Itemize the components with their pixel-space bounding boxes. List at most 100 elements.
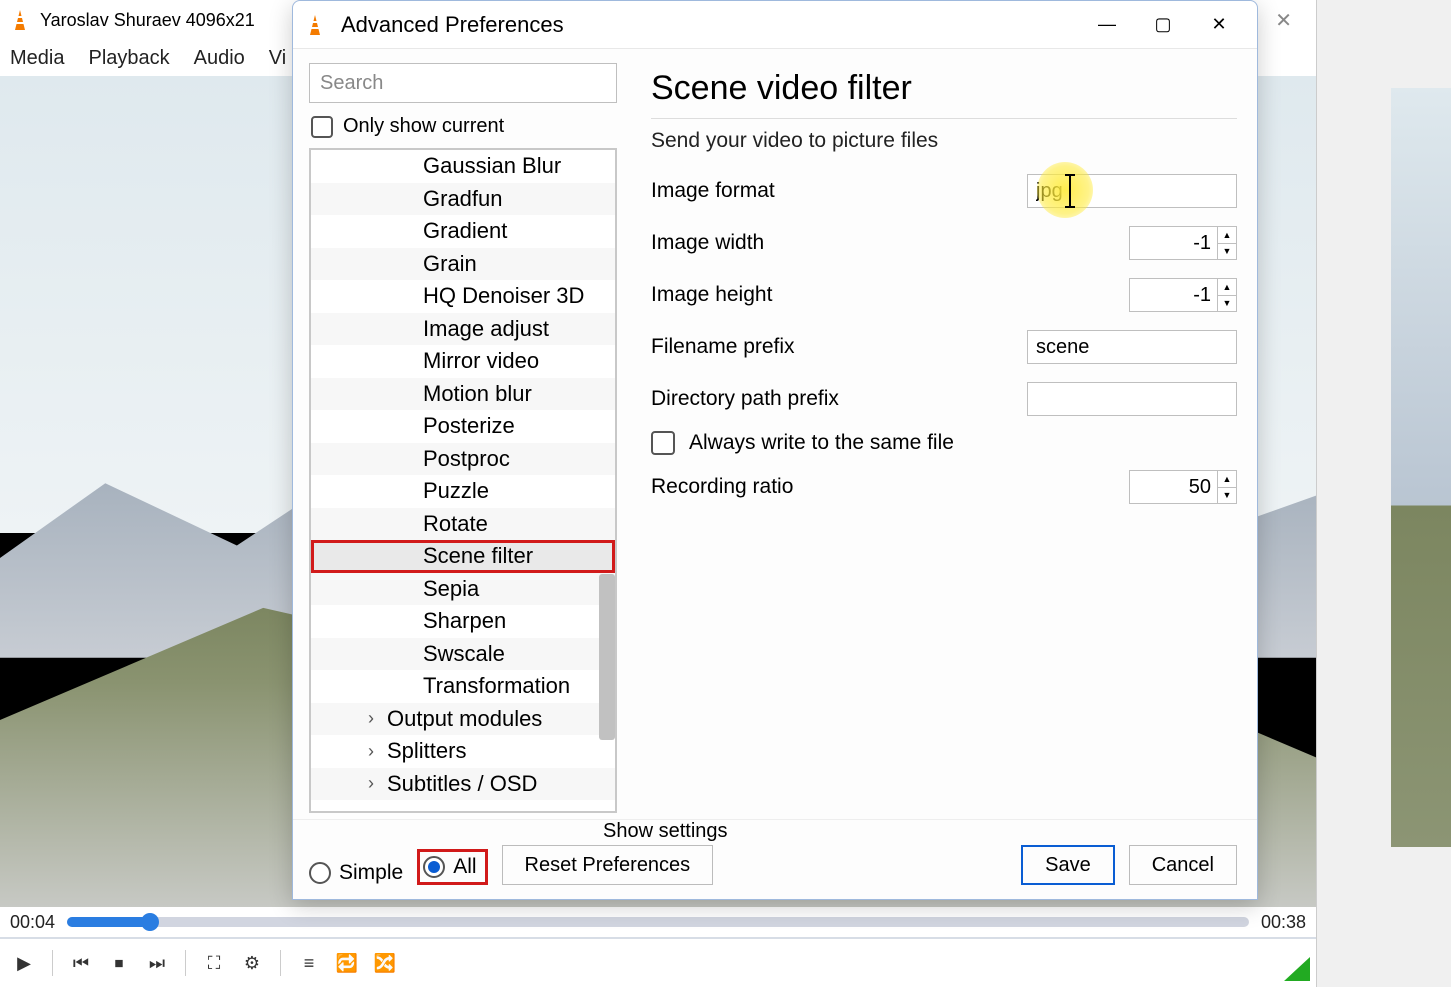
recording-ratio-up-icon[interactable]: ▲ bbox=[1218, 471, 1236, 488]
tree-item-label: Output modules bbox=[387, 706, 542, 732]
tree-item-puzzle[interactable]: Puzzle bbox=[311, 475, 615, 508]
image-format-label: Image format bbox=[651, 179, 981, 203]
tree-item-label: Image adjust bbox=[423, 316, 549, 342]
tree-item-label: Puzzle bbox=[423, 478, 489, 504]
tree-item-label: Grain bbox=[423, 251, 477, 277]
vlc-close-icon[interactable]: ✕ bbox=[1259, 8, 1308, 33]
playback-controls: ▶ ⏮ ⏹ ⏭ ⛶ ⚙ ≡ 🔁 🔀 bbox=[0, 937, 1316, 987]
image-height-label: Image height bbox=[651, 283, 981, 307]
radio-all-label: All bbox=[453, 855, 476, 879]
image-width-up-icon[interactable]: ▲ bbox=[1218, 227, 1236, 244]
vlc-cone-icon bbox=[303, 13, 327, 37]
tree-item-label: Gaussian Blur bbox=[423, 153, 561, 179]
image-format-input[interactable] bbox=[1027, 174, 1237, 208]
recording-ratio-down-icon[interactable]: ▼ bbox=[1218, 488, 1236, 504]
tree-item-label: Motion blur bbox=[423, 381, 532, 407]
advanced-preferences-dialog: Advanced Preferences — ▢ ✕ Search Only s… bbox=[292, 0, 1258, 900]
image-width-input[interactable] bbox=[1129, 226, 1217, 260]
section-title: Scene video filter bbox=[651, 69, 1237, 108]
preferences-tree: Gaussian Blur Gradfun Gradient Grain HQ Deno… bbox=[309, 148, 617, 813]
prefs-left-panel: Search Only show current Gaussian Blur Gr… bbox=[293, 49, 623, 819]
tree-item-postproc[interactable]: Postproc bbox=[311, 443, 615, 476]
save-button[interactable]: Save bbox=[1021, 845, 1115, 885]
chevron-right-icon: › bbox=[357, 708, 385, 729]
radio-all[interactable] bbox=[423, 856, 445, 878]
prev-icon[interactable]: ⏮ bbox=[67, 949, 95, 977]
prefs-window-title: Advanced Preferences bbox=[341, 12, 564, 38]
search-input[interactable]: Search bbox=[309, 63, 617, 103]
only-show-current-checkbox[interactable] bbox=[311, 116, 333, 138]
chevron-right-icon: › bbox=[357, 773, 385, 794]
maximize-icon[interactable]: ▢ bbox=[1135, 5, 1191, 45]
fullscreen-icon[interactable]: ⛶ bbox=[200, 949, 228, 977]
time-bar: 00:04 00:38 bbox=[0, 907, 1316, 937]
menu-audio[interactable]: Audio bbox=[194, 47, 245, 70]
close-icon[interactable]: ✕ bbox=[1191, 5, 1247, 45]
tree-item-label: Gradient bbox=[423, 218, 507, 244]
seek-slider[interactable] bbox=[67, 917, 1249, 927]
always-write-label: Always write to the same file bbox=[689, 431, 954, 455]
dir-prefix-input[interactable] bbox=[1027, 382, 1237, 416]
image-height-down-icon[interactable]: ▼ bbox=[1218, 296, 1236, 312]
tree-item-motion-blur[interactable]: Motion blur bbox=[311, 378, 615, 411]
prefs-footer: Simple All Reset Preferences Save Cancel bbox=[293, 819, 1257, 899]
text-cursor-icon bbox=[1069, 176, 1071, 206]
tree-item-hq-denoiser-3d[interactable]: HQ Denoiser 3D bbox=[311, 280, 615, 313]
tree-item-transformation[interactable]: Transformation bbox=[311, 670, 615, 703]
image-height-up-icon[interactable]: ▲ bbox=[1218, 279, 1236, 296]
tree-item-splitters[interactable]: ›Splitters bbox=[311, 735, 615, 768]
tree-item-label: Posterize bbox=[423, 413, 515, 439]
shuffle-icon[interactable]: 🔀 bbox=[371, 949, 399, 977]
image-height-input[interactable] bbox=[1129, 278, 1217, 312]
menu-video[interactable]: Vi bbox=[269, 47, 286, 70]
only-show-current-label: Only show current bbox=[343, 115, 504, 138]
menu-media[interactable]: Media bbox=[10, 47, 64, 70]
cancel-button[interactable]: Cancel bbox=[1129, 845, 1237, 885]
tree-item-scene-filter[interactable]: Scene filter bbox=[311, 540, 615, 573]
tree-item-label: Postproc bbox=[423, 446, 510, 472]
ext-settings-icon[interactable]: ⚙ bbox=[238, 949, 266, 977]
tree-item-posterize[interactable]: Posterize bbox=[311, 410, 615, 443]
tree-item-output-modules[interactable]: ›Output modules bbox=[311, 703, 615, 736]
tree-item-subtitles-osd[interactable]: ›Subtitles / OSD bbox=[311, 768, 615, 801]
tree-item-grain[interactable]: Grain bbox=[311, 248, 615, 281]
image-width-down-icon[interactable]: ▼ bbox=[1218, 244, 1236, 260]
section-subtitle: Send your video to picture files bbox=[651, 129, 1237, 153]
tree-item-label: Subtitles / OSD bbox=[387, 771, 537, 797]
menu-playback[interactable]: Playback bbox=[88, 47, 169, 70]
play-icon[interactable]: ▶ bbox=[10, 949, 38, 977]
tree-item-swscale[interactable]: Swscale bbox=[311, 638, 615, 671]
tree-item-label: Scene filter bbox=[423, 543, 533, 569]
tree-item-sepia[interactable]: Sepia bbox=[311, 573, 615, 606]
tree-item-label: Sharpen bbox=[423, 608, 506, 634]
reset-preferences-button[interactable]: Reset Preferences bbox=[502, 845, 714, 885]
tree-item-label: Gradfun bbox=[423, 186, 503, 212]
time-total: 00:38 bbox=[1261, 912, 1306, 933]
tree-item-rotate[interactable]: Rotate bbox=[311, 508, 615, 541]
tree-item-image-adjust[interactable]: Image adjust bbox=[311, 313, 615, 346]
next-icon[interactable]: ⏭ bbox=[143, 949, 171, 977]
always-write-checkbox[interactable] bbox=[651, 431, 675, 455]
vlc-window-title: Yaroslav Shuraev 4096x21 bbox=[40, 10, 255, 31]
tree-item-label: Mirror video bbox=[423, 348, 539, 374]
playlist-icon[interactable]: ≡ bbox=[295, 949, 323, 977]
show-settings-label: Show settings bbox=[603, 820, 728, 843]
chevron-right-icon: › bbox=[357, 741, 385, 762]
tree-item-label: Transformation bbox=[423, 673, 570, 699]
stop-icon[interactable]: ⏹ bbox=[105, 949, 133, 977]
tree-item-label: Splitters bbox=[387, 738, 466, 764]
recording-ratio-input[interactable] bbox=[1129, 470, 1217, 504]
tree-item-mirror-video[interactable]: Mirror video bbox=[311, 345, 615, 378]
loop-icon[interactable]: 🔁 bbox=[333, 949, 361, 977]
tree-item-gaussian-blur[interactable]: Gaussian Blur bbox=[311, 150, 615, 183]
radio-simple[interactable] bbox=[309, 862, 331, 884]
prefs-right-panel: Scene video filter Send your video to pi… bbox=[623, 49, 1257, 819]
tree-item-gradfun[interactable]: Gradfun bbox=[311, 183, 615, 216]
prefs-titlebar: Advanced Preferences — ▢ ✕ bbox=[293, 1, 1257, 49]
time-elapsed: 00:04 bbox=[10, 912, 55, 933]
filename-prefix-input[interactable] bbox=[1027, 330, 1237, 364]
tree-item-sharpen[interactable]: Sharpen bbox=[311, 605, 615, 638]
tree-scrollbar-thumb[interactable] bbox=[599, 574, 615, 740]
tree-item-gradient[interactable]: Gradient bbox=[311, 215, 615, 248]
minimize-icon[interactable]: — bbox=[1079, 5, 1135, 45]
